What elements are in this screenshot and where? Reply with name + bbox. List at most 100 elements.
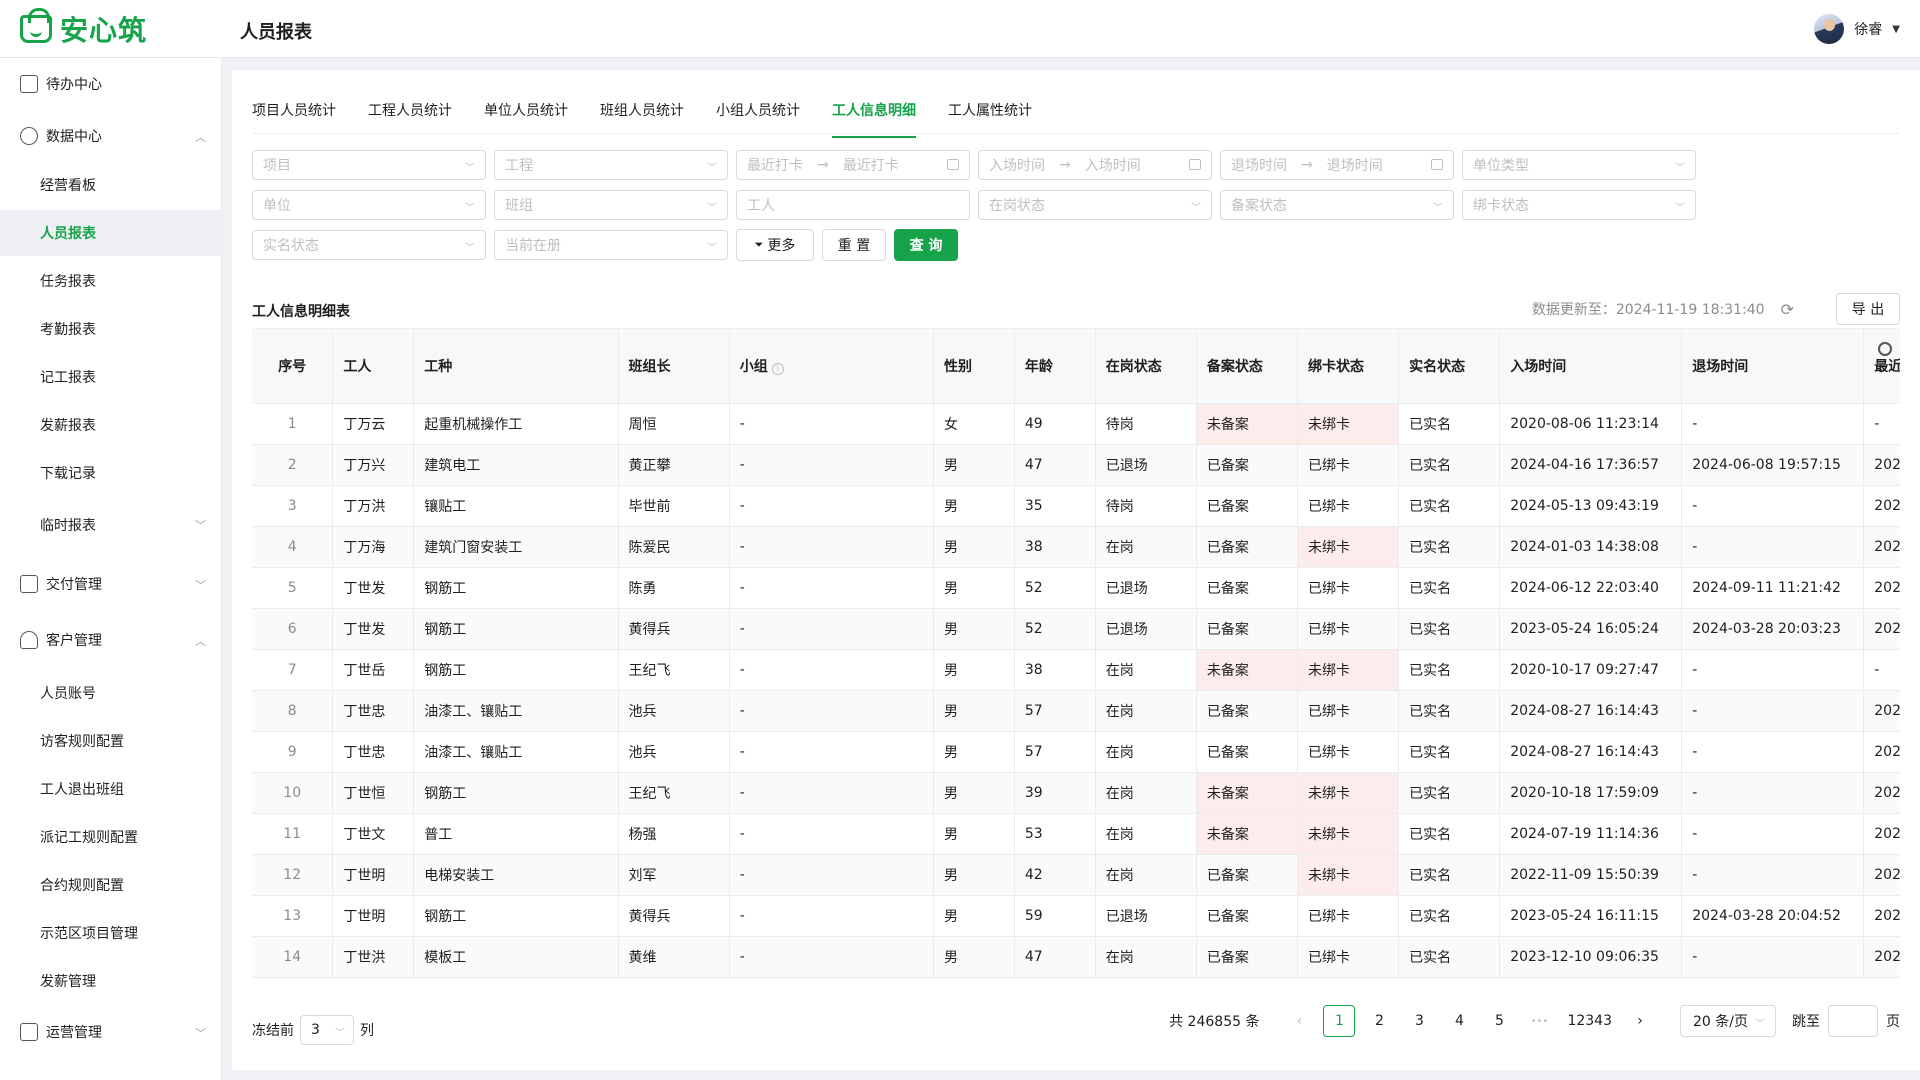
table-row[interactable]: 11 丁世文 普工 杨强 - 男 53 在岗 未备案 未绑卡 已实名 2024-07-19 11:14…	[252, 813, 1900, 855]
chevron-down-icon[interactable]: ﹀	[195, 577, 206, 593]
next-page-button[interactable]: ›	[1624, 1005, 1656, 1037]
table-row[interactable]: 7 丁世岳 钢筋工 王纪飞 - 男 38 在岗 未备案 未绑卡 已实名 2020-10-17 09:2…	[252, 649, 1900, 691]
worker-input[interactable]: 工人	[736, 190, 970, 220]
card-status-select[interactable]: 绑卡状态 ﹀	[1462, 190, 1696, 220]
column-settings-icon[interactable]	[1878, 342, 1892, 356]
cell-exit-time: 2024-03-28 20:03:23	[1681, 608, 1865, 650]
chevron-up-icon[interactable]: ︿	[195, 129, 206, 145]
project-select[interactable]: 项目 ﹀	[252, 150, 486, 180]
table-row[interactable]: 10 丁世恒 钢筋工 王纪飞 - 男 39 在岗 未备案 未绑卡 已实名 2020-10-18 17:…	[252, 772, 1900, 814]
logo-house-icon	[20, 8, 52, 43]
cell-record-status: 已备案	[1196, 895, 1299, 937]
cell-worker: 丁世恒	[332, 772, 415, 814]
chevron-down-icon[interactable]: ﹀	[195, 517, 206, 533]
page-last[interactable]: 12343	[1563, 1005, 1616, 1037]
avatar[interactable]	[1814, 14, 1845, 44]
table-row[interactable]: 9 丁世忠 油漆工、镶贴工 池兵 - 男 57 在岗 已备案 已绑卡 已实名 2024-08-27 1…	[252, 731, 1900, 773]
col-header-group-label: 小组	[739, 358, 768, 375]
cell-realname-status: 已实名	[1398, 444, 1501, 486]
cell-index: 9	[252, 731, 334, 773]
sidebar-item-contract-rules[interactable]: 合约规则配置	[0, 862, 222, 908]
logo[interactable]: 安心筑	[20, 8, 147, 47]
unit-type-select[interactable]: 单位类型 ﹀	[1462, 150, 1696, 180]
page-ellipsis[interactable]: •••	[1523, 1005, 1555, 1037]
user-name[interactable]: 徐睿	[1854, 19, 1882, 39]
prev-page-button[interactable]: ‹	[1283, 1005, 1315, 1037]
realname-status-placeholder: 实名状态	[263, 238, 319, 254]
sidebar-group-ops[interactable]: 运营管理 ﹀	[0, 1008, 222, 1056]
info-icon[interactable]: i	[771, 362, 784, 375]
sidebar-item-salary-report[interactable]: 发薪报表	[0, 402, 222, 448]
table-row[interactable]: 12 丁世明 电梯安装工 刘军 - 男 42 在岗 已备案 未绑卡 已实名 2022-11-09 15…	[252, 854, 1900, 896]
cell-index: 14	[252, 936, 334, 978]
sidebar-item-label: 运营管理	[46, 1025, 102, 1041]
cell-exit-time: -	[1681, 649, 1865, 691]
page-4[interactable]: 4	[1443, 1005, 1475, 1037]
sidebar-item-accounts[interactable]: 人员账号	[0, 670, 222, 716]
cell-trade: 建筑电工	[413, 444, 619, 486]
table-row[interactable]: 2 丁万兴 建筑电工 黄正攀 - 男 47 已退场 已备案 已绑卡 已实名 2024-04-16 17…	[252, 444, 1900, 486]
freeze-count-select[interactable]: 3 ﹀	[300, 1015, 354, 1045]
cell-group: -	[729, 895, 935, 937]
chevron-up-icon[interactable]: ︿	[195, 633, 206, 649]
cell-realname-status: 已实名	[1398, 895, 1501, 937]
table-row[interactable]: 5 丁世发 钢筋工 陈勇 - 男 52 已退场 已备案 已绑卡 已实名 2024-06-12 22:0…	[252, 567, 1900, 609]
punch-date-range[interactable]: 最近打卡 → 最近打卡	[736, 150, 970, 180]
record-status-select[interactable]: 备案状态 ﹀	[1220, 190, 1454, 220]
sidebar-item-worker-exit-team[interactable]: 工人退出班组	[0, 766, 222, 812]
sidebar-item-workrecord-report[interactable]: 记工报表	[0, 354, 222, 400]
sidebar-item-attendance-report[interactable]: 考勤报表	[0, 306, 222, 352]
realname-status-select[interactable]: 实名状态 ﹀	[252, 230, 486, 260]
sidebar-item-demo-project[interactable]: 示范区项目管理	[0, 910, 222, 956]
table-row[interactable]: 14 丁世洪 模板工 黄维 - 男 47 在岗 已备案 已绑卡 已实名 2023-12-10 09:0…	[252, 936, 1900, 978]
col-header-age: 年龄	[1014, 329, 1096, 404]
table-row[interactable]: 1 丁万云 起重机械操作工 周恒 - 女 49 待岗 未备案 未绑卡 已实名 2020-08-06 1…	[252, 403, 1900, 445]
worker-detail-table[interactable]: 序号 工人 工种 班组长 小组 i 性别 年龄 在岗状态 备案状态 绑卡状态 实名…	[252, 328, 1900, 978]
page-size-select[interactable]: 20 条/页 ﹀	[1680, 1005, 1776, 1037]
cell-record-status: 已备案	[1196, 485, 1299, 527]
table-row[interactable]: 13 丁世明 钢筋工 黄得兵 - 男 59 已退场 已备案 已绑卡 已实名 2023-05-24 16…	[252, 895, 1900, 937]
refresh-icon[interactable]: ⟳	[1781, 300, 1794, 319]
exit-date-range[interactable]: 退场时间 → 退场时间	[1220, 150, 1454, 180]
sidebar-item-visitor-rules[interactable]: 访客规则配置	[0, 718, 222, 764]
cell-age: 57	[1014, 731, 1096, 773]
table-row[interactable]: 8 丁世忠 油漆工、镶贴工 池兵 - 男 57 在岗 已备案 已绑卡 已实名 2024-08-27 1…	[252, 690, 1900, 732]
sidebar-item-download-record[interactable]: 下载记录	[0, 450, 222, 496]
chevron-down-icon[interactable]: ﹀	[195, 1025, 206, 1041]
team-select[interactable]: 班组 ﹀	[494, 190, 728, 220]
engineering-select[interactable]: 工程 ﹀	[494, 150, 728, 180]
sidebar-item-temp-report[interactable]: 临时报表 ﹀	[0, 502, 222, 548]
sidebar-item-personnel-report[interactable]: 人员报表	[0, 210, 222, 256]
export-button[interactable]: 导 出	[1836, 293, 1900, 325]
table-row[interactable]: 4 丁万海 建筑门窗安装工 陈爱民 - 男 38 在岗 已备案 未绑卡 已实名 2024-01-03 …	[252, 526, 1900, 568]
jump-page-input[interactable]	[1828, 1005, 1878, 1037]
filter-icon: ⏷	[754, 238, 764, 251]
entry-date-range[interactable]: 入场时间 → 入场时间	[978, 150, 1212, 180]
sidebar-group-customer[interactable]: 客户管理 ︿	[0, 616, 222, 664]
unit-select[interactable]: 单位 ﹀	[252, 190, 486, 220]
sidebar-item-task-report[interactable]: 任务报表	[0, 258, 222, 304]
user-menu[interactable]: 徐睿 ▼	[1814, 14, 1900, 44]
sidebar-group-delivery[interactable]: 交付管理 ﹀	[0, 560, 222, 608]
post-status-select[interactable]: 在岗状态 ﹀	[978, 190, 1212, 220]
sidebar-item-dispatch-rules[interactable]: 派记工规则配置	[0, 814, 222, 860]
sidebar-item-salary-manage[interactable]: 发薪管理	[0, 958, 222, 1004]
page-1[interactable]: 1	[1323, 1005, 1356, 1037]
sidebar-item-dashboard[interactable]: 经营看板	[0, 162, 222, 208]
table-row[interactable]: 6 丁世发 钢筋工 黄得兵 - 男 52 已退场 已备案 已绑卡 已实名 2023-05-24 16:…	[252, 608, 1900, 650]
current-status-select[interactable]: 当前在册 ﹀	[494, 230, 728, 260]
query-button[interactable]: 查 询	[894, 229, 958, 261]
reset-button[interactable]: 重 置	[822, 229, 886, 261]
freeze-prefix: 冻结前	[252, 1023, 294, 1039]
sidebar-item-todo[interactable]: 待办中心	[0, 60, 222, 108]
sidebar-group-data-center[interactable]: 数据中心 ︿	[0, 112, 222, 160]
caret-down-icon[interactable]: ▼	[1892, 24, 1900, 35]
cell-card-status: 已绑卡	[1297, 731, 1400, 773]
page-3[interactable]: 3	[1403, 1005, 1435, 1037]
page-2[interactable]: 2	[1363, 1005, 1395, 1037]
table-row[interactable]: 3 丁万洪 镶贴工 毕世前 - 男 35 待岗 已备案 已绑卡 已实名 2024-05-13 09:4…	[252, 485, 1900, 527]
card-status-placeholder: 绑卡状态	[1473, 198, 1529, 214]
more-filters-button[interactable]: ⏷ 更多	[736, 229, 814, 261]
cell-team-leader: 黄正攀	[618, 444, 730, 486]
page-5[interactable]: 5	[1483, 1005, 1515, 1037]
